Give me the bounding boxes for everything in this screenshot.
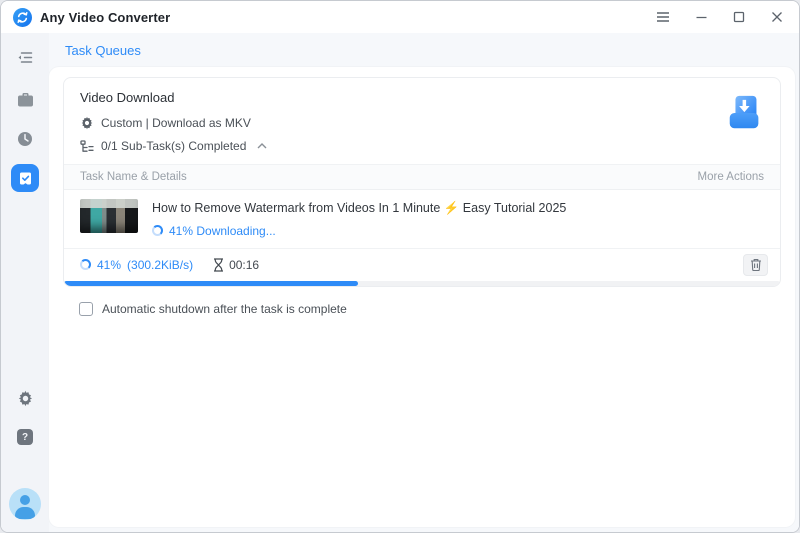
task-group-card: Video Download Custom | Download as MKV bbox=[63, 77, 781, 287]
sidebar: ? bbox=[1, 33, 49, 532]
shutdown-option-row: Automatic shutdown after the task is com… bbox=[79, 301, 781, 316]
subtask-summary-row[interactable]: 0/1 Sub-Task(s) Completed bbox=[80, 139, 764, 153]
progress-spinner-icon bbox=[80, 259, 91, 271]
video-thumbnail bbox=[80, 199, 138, 233]
tab-task-queues[interactable]: Task Queues bbox=[57, 39, 149, 62]
maximize-button[interactable] bbox=[731, 9, 747, 25]
task-group-title: Video Download bbox=[80, 90, 175, 105]
column-more-actions: More Actions bbox=[697, 171, 764, 183]
time-remaining: 00:16 bbox=[229, 257, 260, 272]
trash-icon bbox=[750, 259, 761, 272]
user-avatar[interactable] bbox=[9, 488, 41, 520]
downloading-spinner-icon bbox=[152, 225, 163, 237]
download-badge-icon bbox=[729, 95, 759, 129]
task-row[interactable]: How to Remove Watermark from Videos In 1… bbox=[64, 190, 780, 248]
history-clock-icon[interactable] bbox=[11, 125, 39, 153]
column-task-name: Task Name & Details bbox=[80, 171, 187, 183]
task-queues-panel: Video Download Custom | Download as MKV bbox=[49, 67, 795, 527]
profile-label: Custom | Download as MKV bbox=[101, 116, 251, 130]
minimize-button[interactable] bbox=[693, 9, 709, 25]
download-speed: (300.2KiB/s) bbox=[127, 257, 194, 272]
toolbox-icon[interactable] bbox=[11, 86, 39, 114]
group-progress-row: 41% (300.2KiB/s) 00:16 bbox=[64, 247, 780, 281]
app-menu-icon[interactable] bbox=[655, 9, 671, 25]
sidebar-item-task-queues[interactable] bbox=[11, 164, 39, 192]
title-bar: Any Video Converter bbox=[1, 1, 799, 33]
profile-row: Custom | Download as MKV bbox=[80, 116, 764, 130]
app-logo-icon bbox=[13, 7, 32, 27]
settings-gear-icon[interactable] bbox=[11, 384, 39, 412]
hourglass-icon bbox=[214, 258, 224, 272]
shutdown-label: Automatic shutdown after the task is com… bbox=[102, 301, 347, 316]
task-table-header: Task Name & Details More Actions bbox=[64, 164, 780, 190]
chevron-up-icon bbox=[257, 143, 267, 149]
progress-track bbox=[64, 280, 780, 286]
progress-percent: 41% bbox=[97, 257, 122, 272]
help-icon[interactable]: ? bbox=[11, 423, 39, 451]
shutdown-checkbox[interactable] bbox=[79, 301, 93, 316]
tab-bar: Task Queues bbox=[49, 33, 799, 67]
app-title: Any Video Converter bbox=[40, 9, 171, 25]
subtask-summary-label: 0/1 Sub-Task(s) Completed bbox=[101, 139, 247, 153]
delete-task-button[interactable] bbox=[743, 253, 768, 276]
task-title: How to Remove Watermark from Videos In 1… bbox=[152, 201, 567, 215]
task-status-label: 41% Downloading... bbox=[169, 223, 276, 238]
profile-gear-icon bbox=[81, 116, 93, 130]
collapse-sidebar-icon[interactable] bbox=[11, 43, 39, 71]
subtask-tree-icon bbox=[80, 139, 94, 152]
app-window: Any Video Converter ? Task Queues Video … bbox=[0, 0, 800, 533]
progress-fill bbox=[64, 280, 358, 286]
close-button[interactable] bbox=[769, 9, 785, 25]
main-content: Task Queues Video Download Custom | Down… bbox=[49, 33, 799, 532]
